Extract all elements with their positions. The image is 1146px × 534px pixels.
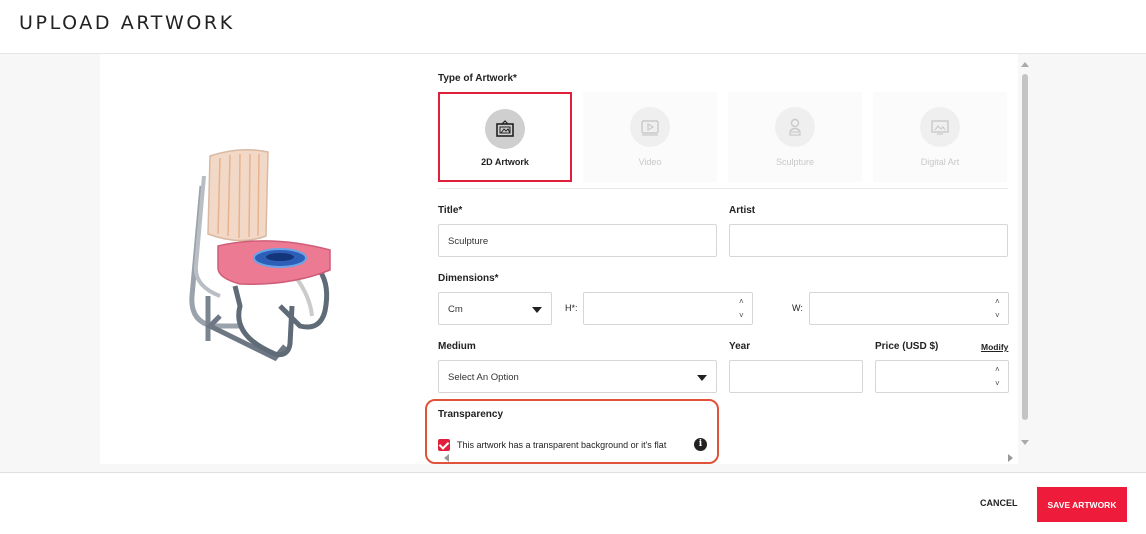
type-sculpture-card[interactable]: Sculpture (728, 92, 862, 182)
cancel-button[interactable]: CANCEL (980, 498, 1018, 508)
artwork-preview (100, 54, 422, 464)
stepper-up-icon[interactable]: ˄ (995, 298, 1000, 306)
save-artwork-button[interactable]: SAVE ARTWORK (1037, 487, 1127, 522)
picture-frame-icon (485, 109, 525, 149)
height-input[interactable]: ˄ ˅ (583, 292, 753, 325)
scrollbar-thumb[interactable] (1022, 74, 1028, 420)
dimensions-label: Dimensions* (438, 273, 499, 284)
height-stepper[interactable]: ˄ ˅ (739, 296, 748, 322)
price-label: Price (USD $) (875, 341, 939, 352)
price-stepper[interactable]: ˄ ˅ (995, 364, 1004, 390)
digital-art-icon (920, 107, 960, 147)
type-digital-art-label: Digital Art (920, 157, 960, 167)
type-2d-artwork-card[interactable]: 2D Artwork (438, 92, 572, 182)
chevron-down-icon (697, 375, 707, 381)
type-sculpture-label: Sculpture (775, 157, 815, 167)
unit-select-value: Cm (448, 304, 463, 315)
horizontal-scrollbar[interactable] (438, 452, 1016, 462)
type-digital-art-card[interactable]: Digital Art (873, 92, 1007, 182)
price-input[interactable]: ˄ ˅ (875, 360, 1009, 393)
stepper-down-icon[interactable]: ˅ (739, 312, 744, 320)
chevron-down-icon (532, 307, 542, 313)
vertical-scrollbar[interactable] (1018, 62, 1032, 450)
page-title: UPLOAD ARTWORK (19, 12, 235, 34)
medium-select-value: Select An Option (448, 372, 519, 383)
footer-bar: CANCEL SAVE ARTWORK (0, 472, 1146, 534)
title-label: Title* (438, 205, 463, 216)
scroll-right-icon[interactable] (1008, 454, 1013, 462)
width-stepper[interactable]: ˄ ˅ (995, 296, 1004, 322)
year-label: Year (729, 341, 751, 352)
artist-label: Artist (729, 205, 756, 216)
width-input[interactable]: ˄ ˅ (809, 292, 1009, 325)
video-play-icon (630, 107, 670, 147)
type-video-card[interactable]: Video (583, 92, 717, 182)
stepper-down-icon[interactable]: ˅ (995, 380, 1000, 388)
width-label: W: (792, 303, 803, 313)
medium-select[interactable]: Select An Option (438, 360, 717, 393)
title-input[interactable]: Sculpture (438, 224, 717, 257)
stepper-up-icon[interactable]: ˄ (995, 366, 1000, 374)
app-header: UPLOAD ARTWORK (0, 0, 1146, 54)
unit-select[interactable]: Cm (438, 292, 552, 325)
height-label: H*: (565, 303, 578, 313)
type-video-label: Video (638, 157, 662, 167)
stepper-up-icon[interactable]: ˄ (739, 298, 744, 306)
scroll-down-icon[interactable] (1021, 440, 1029, 445)
artwork-preview-image (189, 149, 331, 362)
year-input[interactable] (729, 360, 863, 393)
sculpture-bust-icon (775, 107, 815, 147)
type-2d-artwork-label: 2D Artwork (481, 157, 529, 167)
title-input-value: Sculpture (448, 236, 489, 247)
modify-link[interactable]: Modify (981, 342, 1008, 352)
type-of-artwork-label: Type of Artwork* (438, 73, 517, 84)
artist-input[interactable] (729, 224, 1008, 257)
scroll-up-icon[interactable] (1021, 62, 1029, 67)
section-divider (438, 188, 1008, 189)
stepper-down-icon[interactable]: ˅ (995, 312, 1000, 320)
medium-label: Medium (438, 341, 476, 352)
scroll-left-icon[interactable] (444, 454, 449, 462)
